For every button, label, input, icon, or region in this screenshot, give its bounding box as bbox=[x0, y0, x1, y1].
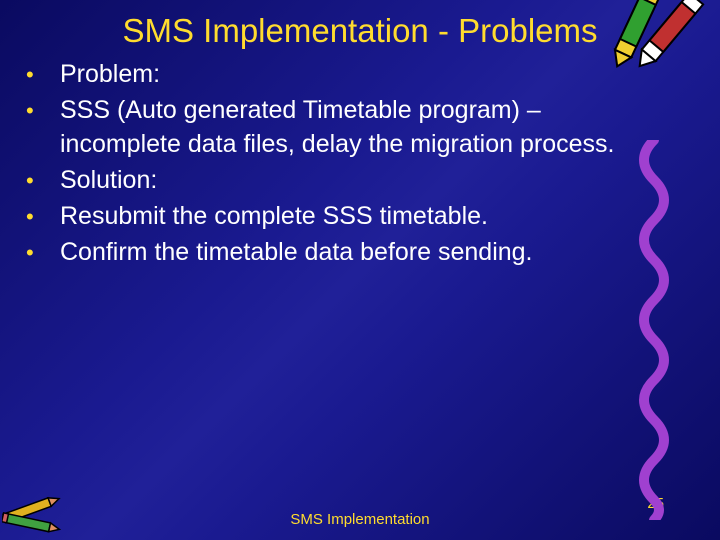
bullet-item: • Resubmit the complete SSS timetable. bbox=[26, 200, 620, 234]
bullet-item: • Solution: bbox=[26, 164, 620, 198]
crayons-icon bbox=[590, 0, 710, 92]
bullet-marker: • bbox=[26, 94, 60, 128]
bullet-item: • Problem: bbox=[26, 58, 620, 92]
bullet-marker: • bbox=[26, 236, 60, 270]
bullet-item: • SSS (Auto generated Timetable program)… bbox=[26, 94, 620, 162]
bullet-text: Problem: bbox=[60, 58, 160, 92]
squiggle-icon bbox=[634, 140, 674, 520]
bullet-item: • Confirm the timetable data before send… bbox=[26, 236, 620, 270]
bullet-marker: • bbox=[26, 58, 60, 92]
bullet-text: Resubmit the complete SSS timetable. bbox=[60, 200, 488, 234]
footer-text: SMS Implementation bbox=[0, 511, 720, 528]
bullet-marker: • bbox=[26, 164, 60, 198]
bullet-text: Solution: bbox=[60, 164, 157, 198]
bullet-text: SSS (Auto generated Timetable program) –… bbox=[60, 94, 620, 162]
bullet-marker: • bbox=[26, 200, 60, 234]
pencils-icon bbox=[2, 488, 72, 538]
bullet-text: Confirm the timetable data before sendin… bbox=[60, 236, 533, 270]
